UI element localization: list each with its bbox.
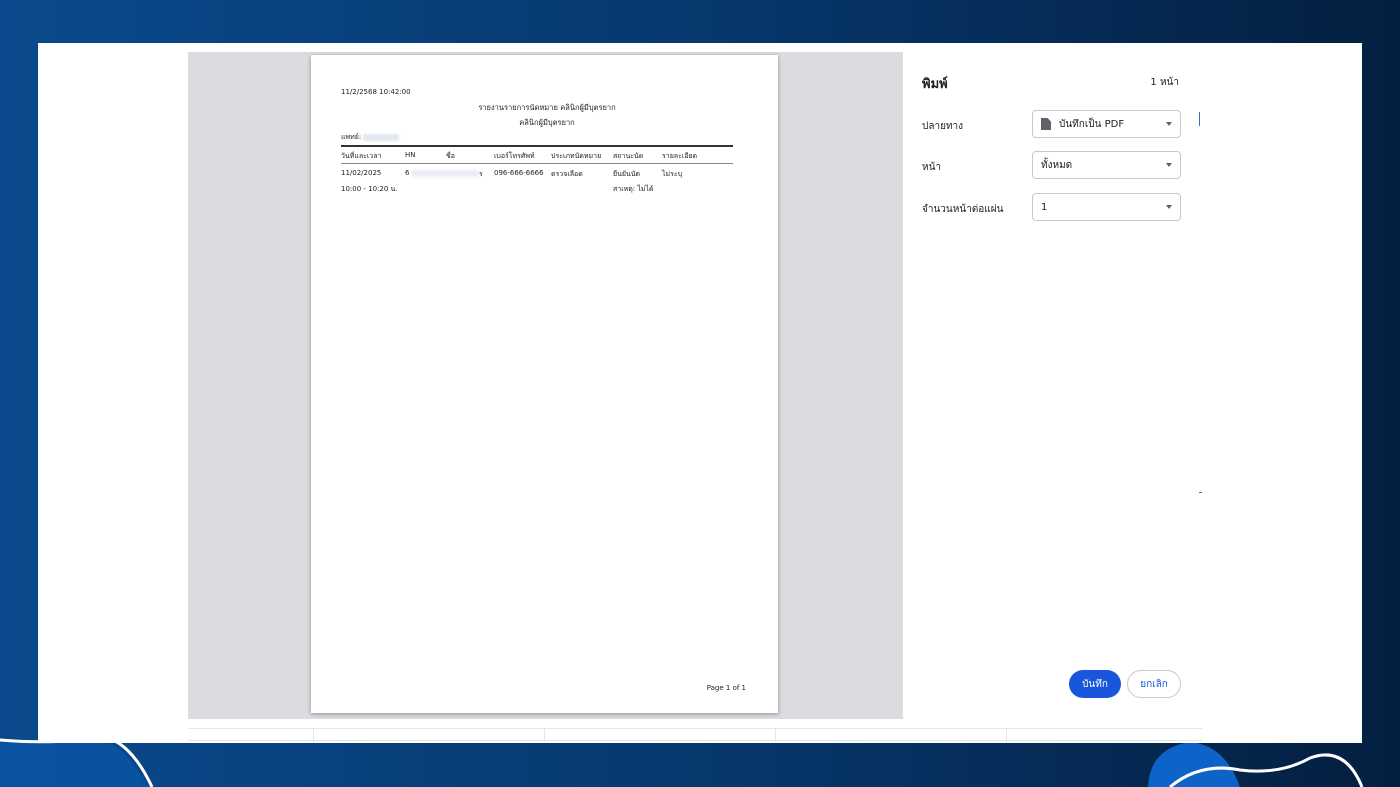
file-icon	[1041, 118, 1051, 130]
printed-timestamp: 11/2/2568 10:42:00	[341, 88, 411, 96]
background-column-divider	[313, 728, 314, 742]
cancel-button[interactable]: ยกเลิก	[1127, 670, 1181, 698]
dropdown-caret-icon	[1166, 205, 1172, 209]
dropdown-caret-icon	[1166, 163, 1172, 167]
doctor-label: แพทย์:	[341, 132, 400, 143]
destination-select[interactable]: บันทึกเป็น PDF	[1032, 110, 1181, 138]
doctor-label-text: แพทย์:	[341, 133, 362, 141]
pages-per-sheet-value: 1	[1041, 201, 1048, 213]
row-phone: 096-666-6666	[494, 169, 544, 177]
header-datetime: วันที่และเวลา	[341, 152, 382, 160]
background-column-divider	[544, 728, 545, 742]
redacted-patient-name	[411, 170, 479, 177]
destination-label: ปลายทาง	[922, 121, 964, 132]
table-header-rule	[341, 163, 733, 164]
header-name: ชื่อ	[446, 152, 455, 160]
row-detail: ไม่ระบุ	[662, 170, 683, 178]
print-settings-panel: พิมพ์ 1 หน้า ปลายทาง บันทึกเป็น PDF หน้า…	[902, 52, 1199, 719]
pages-per-sheet-select[interactable]: 1	[1032, 193, 1181, 221]
pages-select[interactable]: ทั้งหมด	[1032, 151, 1181, 179]
clinic-name: คลินิกผู้มีบุตรยาก	[519, 118, 575, 127]
header-status: สถานะนัด	[613, 152, 644, 160]
table-top-rule	[341, 145, 733, 147]
header-type: ประเภทนัดหมาย	[551, 152, 602, 160]
destination-value: บันทึกเป็น PDF	[1059, 118, 1125, 130]
row-reason: สาเหตุ: ไม่ได้	[613, 185, 654, 193]
header-detail: รายละเอียด	[662, 152, 698, 160]
dropdown-caret-icon	[1166, 122, 1172, 126]
page-footer: Page 1 of 1	[706, 684, 746, 692]
print-preview-area[interactable]: 11/2/2568 10:42:00 รายงานรายการนัดหมาย ค…	[188, 52, 902, 719]
row-hn: 6	[405, 169, 410, 177]
preview-page: 11/2/2568 10:42:00 รายงานรายการนัดหมาย ค…	[311, 55, 778, 713]
background-tick	[1199, 112, 1200, 126]
header-phone: เบอร์โทรศัพท์	[494, 152, 535, 160]
pages-value: ทั้งหมด	[1041, 159, 1073, 171]
print-title: พิมพ์	[922, 77, 948, 92]
row-name-tail: ร	[479, 170, 483, 178]
background-divider	[188, 740, 1202, 741]
row-date: 11/02/2025	[341, 169, 382, 177]
pages-per-sheet-label: จำนวนหน้าต่อแผ่น	[922, 204, 1004, 215]
screenshot-frame: 11/2/2568 10:42:00 รายงานรายการนัดหมาย ค…	[38, 43, 1362, 743]
row-status: ยืนยันนัด	[613, 170, 641, 178]
background-column-divider	[775, 728, 776, 742]
row-type: ตรวจเลือด	[551, 170, 583, 178]
background-tick	[1199, 492, 1202, 493]
background-column-divider	[1006, 728, 1007, 742]
save-button[interactable]: บันทึก	[1069, 670, 1121, 698]
report-title: รายงานรายการนัดหมาย คลินิกผู้มีบุตรยาก	[478, 103, 616, 112]
background-divider	[188, 728, 1202, 729]
redacted-doctor-name	[363, 133, 400, 141]
row-time: 10:00 - 10:20 น.	[341, 185, 398, 193]
pages-label: หน้า	[922, 162, 942, 173]
header-hn: HN	[405, 151, 416, 159]
page-count: 1 หน้า	[1150, 77, 1179, 88]
